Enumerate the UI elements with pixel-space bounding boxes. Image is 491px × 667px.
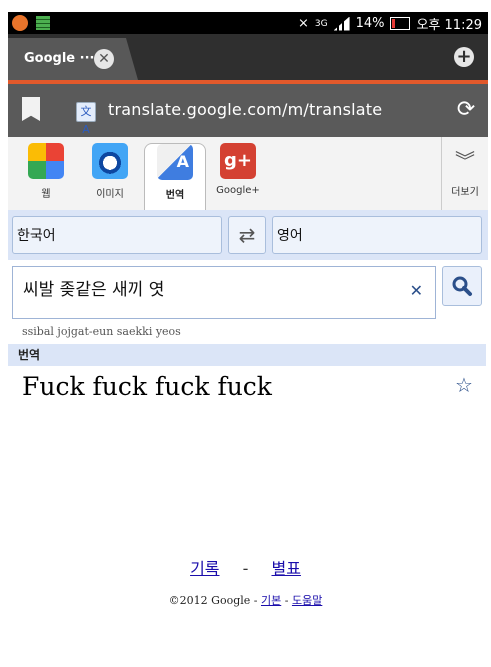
history-link[interactable]: 기록 <box>190 559 219 578</box>
clock: 오후 11:29 <box>416 18 482 33</box>
translate-search-button[interactable] <box>442 266 482 306</box>
bottom-links: 기록 - 별표 <box>0 555 491 579</box>
tab-title: Google ··· <box>24 51 95 66</box>
app-label: 이미지 <box>96 189 124 200</box>
clear-icon[interactable]: ✕ <box>410 281 423 300</box>
mute-icon: ⨯ <box>297 16 309 31</box>
camera-icon <box>92 143 128 179</box>
google-plus-icon: g+ <box>220 143 256 179</box>
copyright: ©2012 Google <box>168 594 251 607</box>
basic-link[interactable]: 기본 <box>261 594 281 607</box>
network-type: 3G <box>314 18 328 29</box>
favicon-icon: 文A <box>76 102 96 136</box>
translate-icon: A <box>157 144 193 180</box>
chevron-down-icon: ︾ <box>455 149 475 173</box>
help-link[interactable]: 도움말 <box>292 594 322 607</box>
target-language-select[interactable]: 영어 <box>272 216 482 254</box>
starred-link[interactable]: 별표 <box>271 559 300 578</box>
close-tab-icon[interactable]: ✕ <box>94 49 114 69</box>
notification-list-icon <box>36 16 50 30</box>
battery-icon <box>390 17 411 30</box>
footer-separator: - <box>281 594 292 607</box>
status-bar: ⨯ 3G 14% 오후 11:29 <box>8 12 488 34</box>
signal-icon <box>333 16 350 31</box>
transliteration: ssibal jojgat-eun saekki yeos <box>22 325 181 338</box>
google-search-icon <box>28 143 64 179</box>
source-language-select[interactable]: 한국어 <box>12 216 222 254</box>
app-label: Google+ <box>216 185 260 196</box>
search-icon <box>452 276 472 296</box>
app-images[interactable]: 이미지 <box>80 143 140 208</box>
browser-tab[interactable]: Google ··· ✕ <box>8 38 138 80</box>
link-separator: - <box>242 559 249 578</box>
battery-level: 14% <box>355 16 385 31</box>
source-text-input[interactable]: 씨발 좆같은 새끼 엿 ✕ <box>12 266 436 319</box>
url-text[interactable]: translate.google.com/m/translate <box>108 100 382 119</box>
result-header: 번역 <box>8 344 486 366</box>
app-web[interactable]: 웹 <box>16 143 76 208</box>
reload-icon[interactable]: ⟳ <box>454 98 478 122</box>
swap-languages-icon[interactable]: ⇄ <box>228 216 266 254</box>
google-app-shelf: 웹 이미지 A 번역 g+ Google+ ︾ 더보기 <box>8 137 488 211</box>
more-label: 더보기 <box>451 187 479 198</box>
app-google-plus[interactable]: g+ Google+ <box>208 143 268 208</box>
language-selector-row: 한국어 ⇄ 영어 <box>8 210 488 260</box>
footer-separator: - <box>250 594 261 607</box>
more-button[interactable]: ︾ 더보기 <box>441 137 488 210</box>
bookmark-icon[interactable] <box>22 97 40 121</box>
translation-result: Fuck fuck fuck fuck <box>22 372 272 401</box>
tab-bar: Google ··· ✕ + <box>8 34 488 80</box>
url-bar: 文A translate.google.com/m/translate ⟳ <box>8 84 488 137</box>
app-label: 웹 <box>41 189 51 200</box>
footer: ©2012 Google - 기본 - 도움말 <box>0 592 491 608</box>
app-translate[interactable]: A 번역 <box>144 143 206 210</box>
app-label: 번역 <box>165 190 185 201</box>
new-tab-icon[interactable]: + <box>454 47 474 67</box>
star-icon[interactable]: ☆ <box>455 373 473 397</box>
notification-app-icon <box>12 15 28 31</box>
source-text: 씨발 좆같은 새끼 엿 <box>23 280 165 300</box>
